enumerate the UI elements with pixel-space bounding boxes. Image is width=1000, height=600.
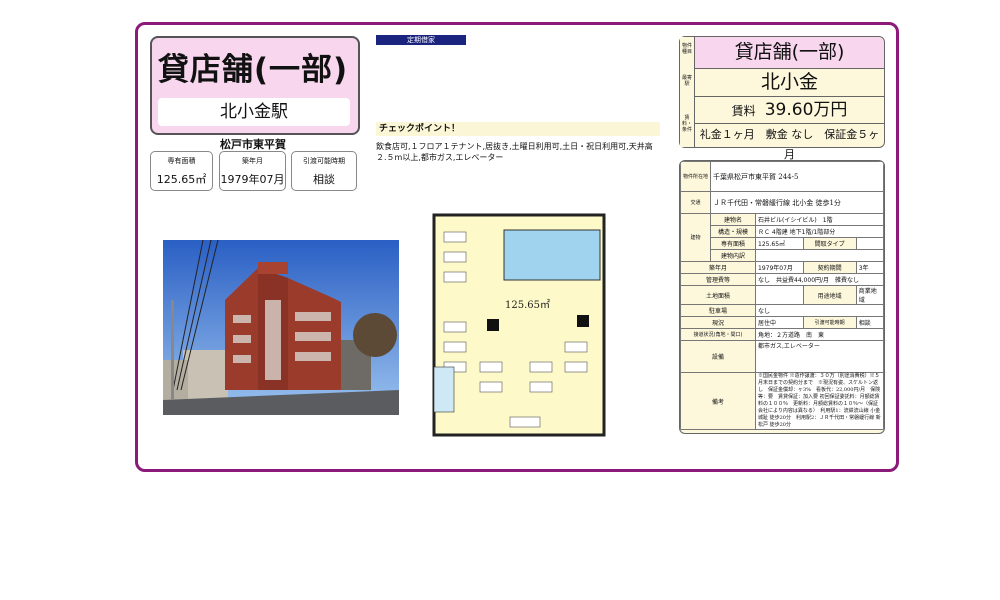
- traffic-label: 交通: [680, 191, 712, 214]
- side-label-type: 物件種目: [681, 43, 692, 55]
- remarks-value: ※国民金物件 ※造作譲渡：３０万（別途消費税）※５月末日までの契約分まで ※現況…: [755, 372, 884, 430]
- city-label: 松戸市東平賀: [220, 138, 286, 151]
- summary-type: 貸店舗(一部): [695, 37, 884, 69]
- fees-value: なし 共益費44,000円/月 雑費なし: [755, 273, 884, 286]
- breakdown-label: 建物内訳: [710, 249, 757, 262]
- parking-value: なし: [755, 304, 884, 317]
- zoning-value: 商業地域: [855, 285, 884, 305]
- side-label-rent: 賃料・条件: [681, 115, 692, 133]
- structure-label: 構造・規模: [710, 225, 757, 238]
- summary-station: 北小金: [695, 69, 884, 97]
- structure-value: ＲＣ 4階建 地下1階/1階部分: [755, 225, 884, 238]
- equipment-value: 都市ガス,エレベーター: [755, 340, 884, 373]
- stat-handover: 引渡可能時期 相談: [291, 151, 357, 191]
- stat-built-value: 1979年07月: [220, 173, 285, 186]
- built-value: 1979年07月: [755, 261, 804, 274]
- stat-handover-value: 相談: [313, 173, 335, 186]
- traffic-value: ＪＲ千代田・常磐緩行線 北小金 徒歩1分: [710, 191, 884, 214]
- summary-rent-row: 賃料 39.60万円: [695, 97, 884, 124]
- layout-type-value: [855, 237, 884, 250]
- stat-handover-label: 引渡可能時期: [303, 157, 345, 165]
- handover-label: 引渡可能時期: [802, 316, 857, 329]
- area-value: 125.65㎡: [755, 237, 804, 250]
- parking-label: 駐車場: [680, 304, 757, 317]
- floor-plan-area: 125.65㎡: [505, 299, 550, 311]
- breakdown-value: [755, 249, 884, 262]
- stat-built: 築年月 1979年07月: [219, 151, 286, 191]
- rent-value: 39.60万円: [764, 100, 848, 120]
- building-label: 建物: [680, 213, 712, 262]
- details-panel: 物件所在地 千葉県松戸市東平賀 244-5 交通 ＪＲ千代田・常磐緩行線 北小金…: [679, 160, 885, 434]
- property-type-title: 貸店舗(一部): [157, 52, 349, 88]
- zoning-label: 用途地域: [802, 285, 857, 305]
- contract-value: 3年: [855, 261, 884, 274]
- area-label: 専有面積: [710, 237, 757, 250]
- lease-type-tag: 定期借家: [376, 35, 466, 45]
- land-label: 土地面積: [680, 285, 757, 305]
- checkpoint-heading: チェックポイント！: [376, 122, 660, 136]
- address-value: 千葉県松戸市東平賀 244-5: [710, 161, 884, 192]
- stat-area: 専有面積 125.65㎡: [150, 151, 213, 191]
- status-label: 現況: [680, 316, 757, 329]
- building-name-value: 石井ビル(イシイビル) 1階: [755, 213, 884, 226]
- side-label-station: 最寄駅: [681, 75, 692, 87]
- handover-value: 相談: [855, 316, 884, 329]
- land-value: [755, 285, 804, 305]
- status-value: 居住中: [755, 316, 804, 329]
- remarks-label: 備考: [680, 372, 757, 430]
- stat-area-value: 125.65㎡: [156, 173, 207, 186]
- summary-panel: 物件種目 最寄駅 賃料・条件 貸店舗(一部) 北小金 賃料 39.60万円 礼金…: [679, 36, 885, 161]
- road-value: 角地：２方道路 南 東: [755, 328, 884, 341]
- road-label: 接道状況(角地・間口): [680, 328, 757, 341]
- layout-type-label: 間取タイプ: [802, 237, 857, 250]
- stat-area-label: 専有面積: [167, 157, 196, 165]
- stat-built-label: 築年月: [242, 157, 263, 165]
- checkpoint-text: 飲食店可,１フロア１テナント,居抜き,土曜日利用可,土日・祝日利用可,天井高２.…: [376, 142, 653, 162]
- built-label: 築年月: [680, 261, 757, 274]
- address-label: 物件所在地: [680, 161, 712, 192]
- fees-label: 管理費等: [680, 273, 757, 286]
- station-label: 北小金駅: [158, 98, 350, 126]
- contract-label: 契約期間: [802, 261, 857, 274]
- building-photo: [163, 240, 399, 415]
- floor-plan: 125.65㎡: [430, 212, 630, 440]
- details-table: 物件所在地 千葉県松戸市東平賀 244-5 交通 ＪＲ千代田・常磐緩行線 北小金…: [680, 161, 884, 430]
- rent-label: 賃料: [731, 104, 756, 118]
- equipment-label: 設備: [680, 340, 757, 373]
- summary-terms: 礼金１ヶ月 敷金 なし 保証金５ヶ月: [699, 128, 880, 161]
- building-name-label: 建物名: [710, 213, 757, 226]
